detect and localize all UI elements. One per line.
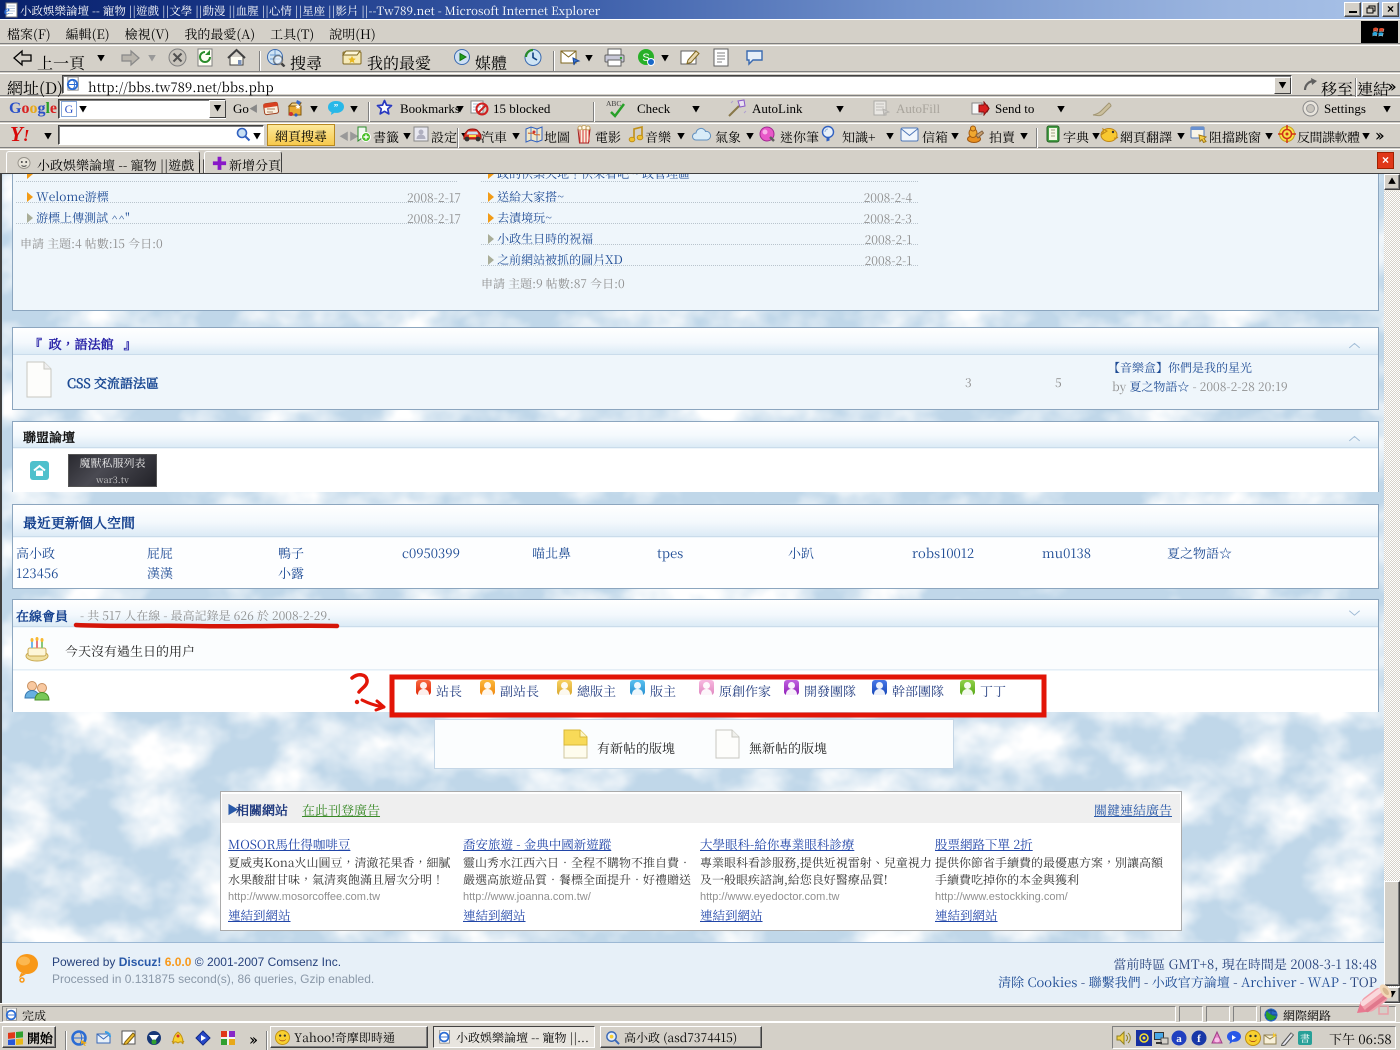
svg-text:”: ” xyxy=(334,103,339,113)
svg-text:ABC: ABC xyxy=(606,99,621,108)
svg-text:a: a xyxy=(1176,1033,1182,1045)
svg-text:e: e xyxy=(4,3,10,18)
svg-text:書: 書 xyxy=(1300,1030,1310,1045)
svg-text:f: f xyxy=(1197,1033,1201,1045)
